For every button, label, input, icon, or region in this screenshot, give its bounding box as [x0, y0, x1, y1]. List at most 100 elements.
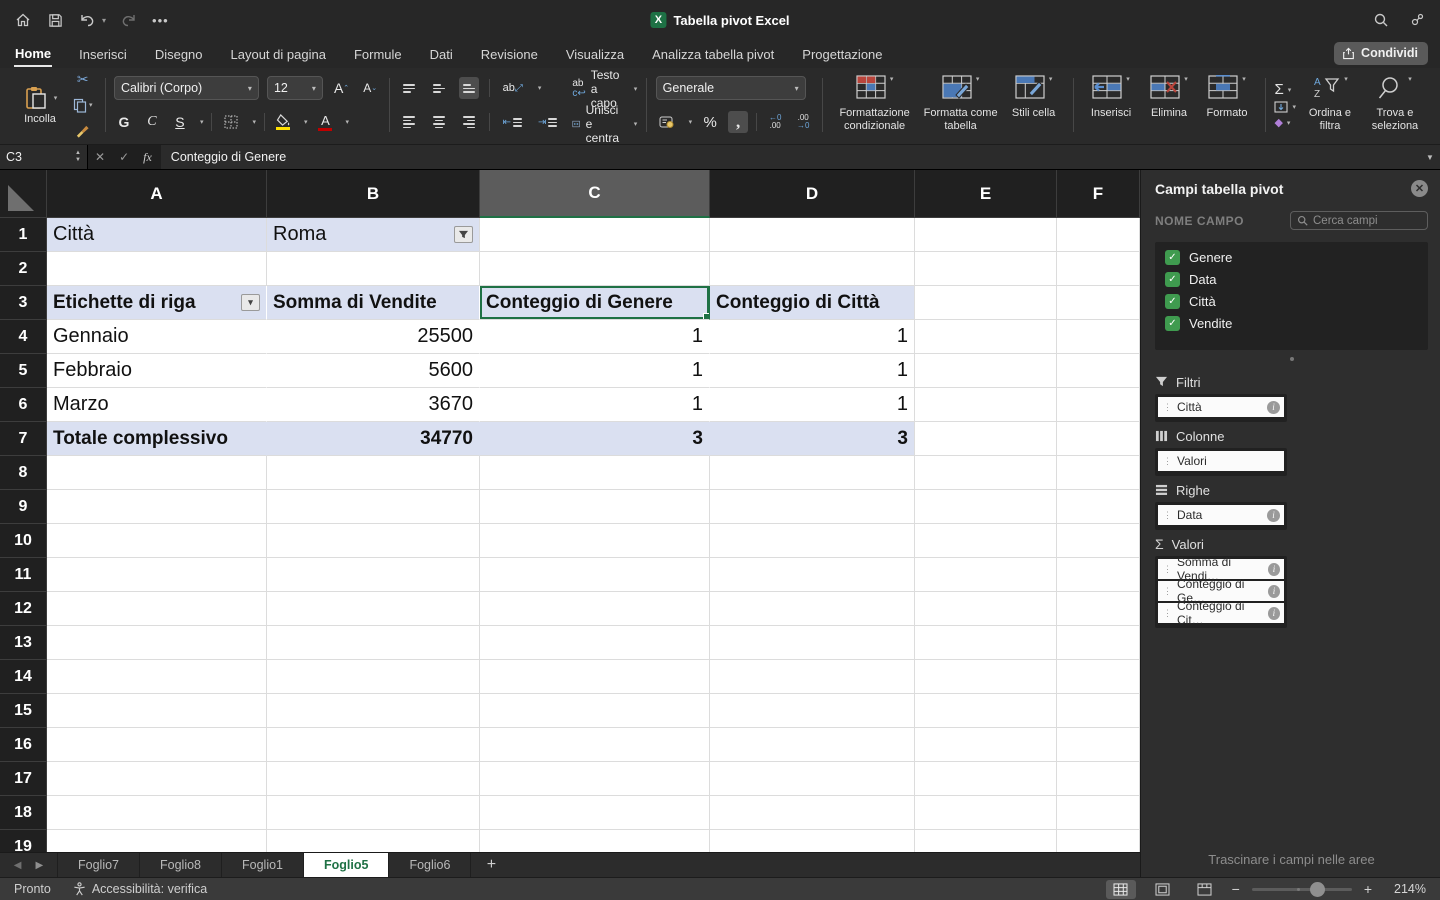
info-icon[interactable]: i [1267, 606, 1280, 620]
borders-dropdown-icon[interactable]: ▾ [252, 118, 256, 126]
cell-A4[interactable]: Gennaio [47, 320, 267, 354]
sheet-tab-foglio5-active[interactable]: Foglio5 [304, 853, 390, 877]
checkbox-checked-icon[interactable]: ✓ [1165, 250, 1180, 265]
cell-D19[interactable] [710, 830, 915, 852]
cell-C9[interactable] [480, 490, 710, 524]
increase-decimal-icon[interactable]: ←0.00 [765, 111, 785, 133]
currency-format-icon[interactable] [656, 111, 679, 133]
cell-A16[interactable] [47, 728, 267, 762]
cell-E14[interactable] [915, 660, 1057, 694]
row-header[interactable]: 8 [0, 456, 47, 490]
cell-B5[interactable]: 5600 [267, 354, 480, 388]
number-format-select[interactable]: Generale ▾ [655, 76, 806, 101]
cell-B9[interactable] [267, 490, 480, 524]
delete-cells-button[interactable]: ▾ Elimina [1140, 72, 1198, 138]
cell-E4[interactable] [915, 320, 1057, 354]
cell-E3[interactable] [915, 286, 1057, 320]
column-header-e[interactable]: E [915, 170, 1057, 218]
find-select-button[interactable]: ▾ Trova e seleziona [1364, 72, 1426, 138]
row-header[interactable]: 15 [0, 694, 47, 728]
presence-share-icon[interactable] [1408, 11, 1426, 29]
row-header[interactable]: 14 [0, 660, 47, 694]
row-header[interactable]: 17 [0, 762, 47, 796]
fill-color-icon[interactable] [273, 111, 294, 133]
row-header[interactable]: 9 [0, 490, 47, 524]
comma-style-icon[interactable]: , [728, 111, 749, 134]
cell-styles-button[interactable]: ▾ Stili cella [1004, 72, 1064, 138]
cell-B12[interactable] [267, 592, 480, 626]
cell-A11[interactable] [47, 558, 267, 592]
cell-E13[interactable] [915, 626, 1057, 660]
cell-D11[interactable] [710, 558, 915, 592]
cell-B1[interactable]: Roma [267, 218, 480, 252]
cell-D8[interactable] [710, 456, 915, 490]
cell-E5[interactable] [915, 354, 1057, 388]
font-size-select[interactable]: 12 ▾ [266, 76, 323, 101]
cell-A3[interactable]: Etichette di riga ▾ [47, 286, 267, 320]
cut-icon[interactable]: ✂ [70, 68, 96, 90]
search-icon[interactable] [1372, 11, 1390, 29]
cell-C15[interactable] [480, 694, 710, 728]
field-data[interactable]: ✓ Data [1165, 272, 1418, 287]
save-icon[interactable] [46, 11, 64, 29]
cell-C11[interactable] [480, 558, 710, 592]
cell-F4[interactable] [1057, 320, 1140, 354]
select-all-corner[interactable] [0, 170, 47, 218]
panel-close-icon[interactable]: ✕ [1411, 180, 1428, 197]
name-box[interactable]: C3 ▲ ▼ [0, 145, 88, 169]
info-icon[interactable]: i [1268, 562, 1280, 576]
cell-F14[interactable] [1057, 660, 1140, 694]
rows-area[interactable]: ⋮ Data i [1155, 502, 1287, 530]
home-icon[interactable] [14, 11, 32, 29]
chip-citta[interactable]: ⋮ Città i [1158, 397, 1284, 417]
cell-D17[interactable] [710, 762, 915, 796]
align-center-icon[interactable] [429, 111, 449, 133]
cell-D9[interactable] [710, 490, 915, 524]
checkbox-checked-icon[interactable]: ✓ [1165, 316, 1180, 331]
cell-F13[interactable] [1057, 626, 1140, 660]
cell-A7[interactable]: Totale complessivo [47, 422, 267, 456]
orientation-dropdown-icon[interactable]: ▾ [538, 84, 542, 92]
cell-F15[interactable] [1057, 694, 1140, 728]
row-header[interactable]: 4 [0, 320, 47, 354]
merge-center-button[interactable]: Unisci e centra ▾ [572, 103, 637, 145]
row-header[interactable]: 19 [0, 830, 47, 852]
cell-E9[interactable] [915, 490, 1057, 524]
decrease-font-icon[interactable]: A ⌄ [360, 77, 380, 99]
row-header[interactable]: 13 [0, 626, 47, 660]
decrease-decimal-icon[interactable]: .00 →0 [793, 111, 813, 133]
cell-E16[interactable] [915, 728, 1057, 762]
cell-C13[interactable] [480, 626, 710, 660]
fill-handle[interactable] [703, 313, 709, 319]
format-cells-button[interactable]: ▾ Formato [1198, 72, 1256, 138]
cell-E11[interactable] [915, 558, 1057, 592]
cell-C17[interactable] [480, 762, 710, 796]
cell-A12[interactable] [47, 592, 267, 626]
info-icon[interactable]: i [1267, 400, 1280, 414]
accessibility-status[interactable]: Accessibilità: verifica [73, 882, 207, 896]
zoom-out-icon[interactable]: − [1232, 881, 1240, 897]
cell-B18[interactable] [267, 796, 480, 830]
cell-B16[interactable] [267, 728, 480, 762]
report-filter-icon[interactable] [454, 226, 473, 243]
percent-icon[interactable]: % [700, 111, 720, 133]
copy-icon[interactable]: ▾ [70, 94, 96, 116]
column-header-a[interactable]: A [47, 170, 267, 218]
add-sheet-icon[interactable]: + [471, 853, 511, 877]
sheet-tab-foglio8[interactable]: Foglio8 [140, 853, 222, 877]
cell-F3[interactable] [1057, 286, 1140, 320]
confirm-icon[interactable]: ✓ [112, 145, 136, 169]
chip-valori[interactable]: ⋮ Valori [1158, 451, 1284, 471]
row-header[interactable]: 3 [0, 286, 47, 320]
cell-D6[interactable]: 1 [710, 388, 915, 422]
cell-C6[interactable]: 1 [480, 388, 710, 422]
cell-C18[interactable] [480, 796, 710, 830]
sort-filter-button[interactable]: AZ ▾ Ordina e filtra [1302, 72, 1358, 138]
tab-progettazione[interactable]: Progettazione [801, 43, 883, 66]
cell-C16[interactable] [480, 728, 710, 762]
row-header[interactable]: 2 [0, 252, 47, 286]
cell-A17[interactable] [47, 762, 267, 796]
cell-D18[interactable] [710, 796, 915, 830]
normal-view-icon[interactable] [1105, 879, 1136, 899]
values-area[interactable]: ⋮ Somma di Vendi… i ⋮ Conteggio di Ge… i ⋮ Co… [1155, 555, 1287, 628]
